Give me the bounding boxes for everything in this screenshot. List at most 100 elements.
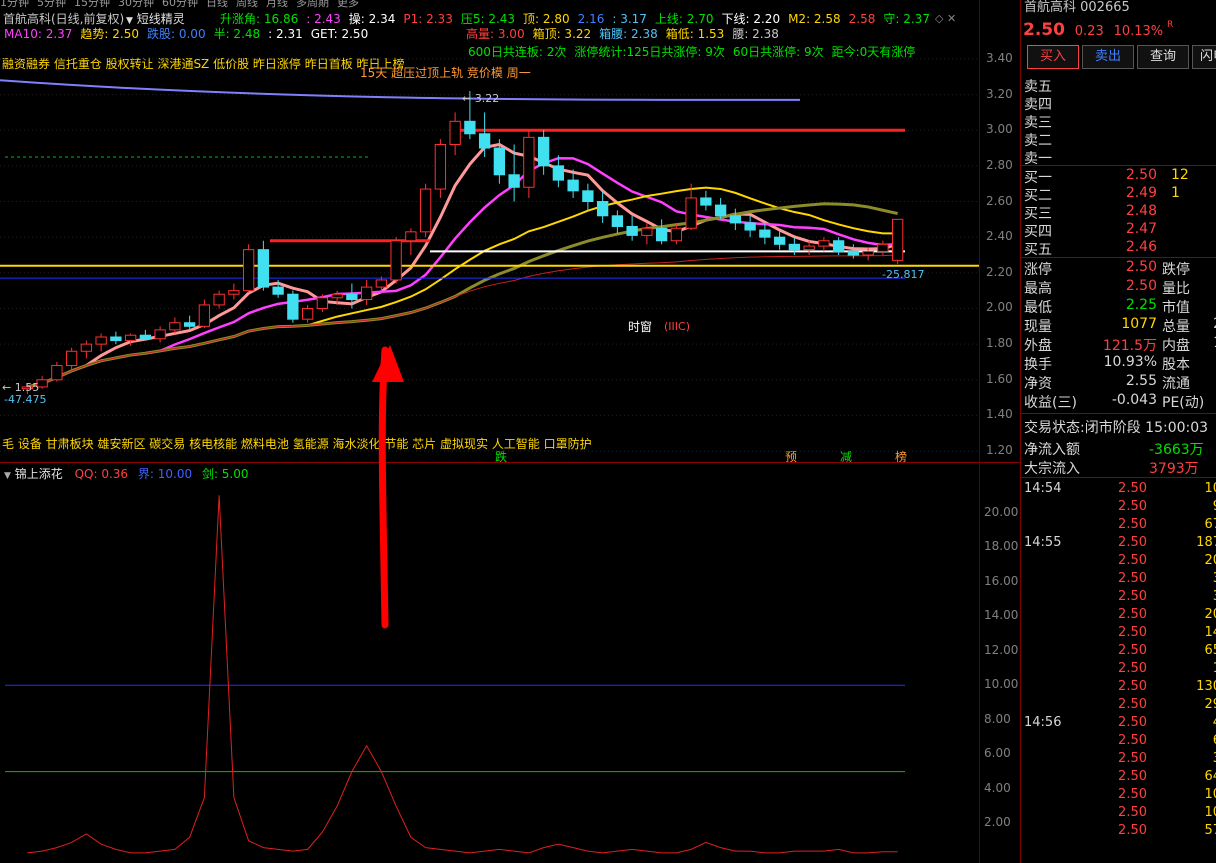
period-tab[interactable]: 日线 bbox=[206, 0, 228, 9]
tick-price: 2.50 bbox=[1118, 517, 1147, 532]
candle-body bbox=[390, 240, 402, 281]
indicator-value: MA10: 2.37 bbox=[4, 27, 73, 41]
period-tab[interactable]: 月线 bbox=[266, 0, 288, 9]
buy-button[interactable]: 买入 bbox=[1027, 45, 1079, 69]
period-tab[interactable]: 60分钟 bbox=[162, 0, 198, 9]
tick-row: 2.50 3 bbox=[1021, 571, 1216, 589]
price-tick: 1.80 bbox=[986, 336, 1013, 351]
tick-qty: 29 bbox=[1204, 697, 1216, 712]
period-tab[interactable]: 15分钟 bbox=[74, 0, 110, 9]
candle-body bbox=[493, 147, 506, 176]
price-chart[interactable] bbox=[0, 50, 980, 460]
tick-row: 2.50 14 bbox=[1021, 625, 1216, 643]
query-button[interactable]: 查询 bbox=[1137, 45, 1189, 69]
tick-qty: 64 bbox=[1204, 769, 1216, 784]
tick-price: 2.50 bbox=[1118, 715, 1147, 730]
stat-label: 现量 bbox=[1024, 319, 1052, 335]
period-tab[interactable]: 30分钟 bbox=[118, 0, 154, 9]
bid-row[interactable]: 买一 2.50 12 bbox=[1021, 167, 1216, 186]
tick-qty: 6 bbox=[1171, 733, 1216, 748]
close-icon[interactable]: ✕ bbox=[947, 12, 956, 25]
stat-row: 换手 10.93% 股本2 bbox=[1021, 354, 1216, 373]
bid-price: 2.49 bbox=[1125, 185, 1157, 201]
panel-divider bbox=[0, 462, 1020, 463]
stat-value: 121.5万 bbox=[1102, 338, 1157, 354]
candle-body bbox=[788, 243, 801, 251]
indicator-value: 升涨角: 16.86 bbox=[220, 12, 299, 26]
period-bar[interactable]: 1分钟 5分钟 15分钟 30分钟 60分钟 日线 周线 月线 多周期 更多 bbox=[0, 0, 367, 9]
stat-label-2: 量比 bbox=[1162, 281, 1190, 297]
stat-label: 最低 bbox=[1024, 300, 1052, 316]
indicator-row-2: MA10: 2.37 趋势: 2.50 跌股: 0.00 半: 2.48: 2.31 G… bbox=[4, 25, 376, 42]
candle-body bbox=[360, 286, 373, 301]
stat-label-2: 跌停 bbox=[1162, 262, 1190, 278]
ask-row[interactable]: 卖三 bbox=[1021, 112, 1216, 131]
candle-body bbox=[183, 322, 196, 327]
indicator-tick: 2.00 bbox=[984, 815, 1011, 830]
tick-qty: 10 bbox=[1204, 787, 1216, 802]
last-price: 2.50 bbox=[1023, 20, 1065, 40]
tick-price: 2.50 bbox=[1118, 823, 1147, 838]
period-tab[interactable]: 更多 bbox=[337, 0, 359, 9]
ask-row[interactable]: 卖二 bbox=[1021, 130, 1216, 149]
candle-body bbox=[729, 215, 742, 224]
tick-row: 2.50 67 bbox=[1021, 517, 1216, 535]
stat-value: 2.55 bbox=[1125, 373, 1157, 389]
tick-qty: 3 bbox=[1171, 589, 1216, 604]
window-controls[interactable]: ◇ ✕ bbox=[935, 12, 956, 25]
tick-price: 2.50 bbox=[1118, 751, 1147, 766]
bid-row[interactable]: 买四 2.47 bbox=[1021, 221, 1216, 240]
tick-row: 2.50 20 bbox=[1021, 607, 1216, 625]
bid-row[interactable]: 买二 2.49 1 bbox=[1021, 185, 1216, 204]
tick-price: 2.50 bbox=[1118, 805, 1147, 820]
bid-label: 买二 bbox=[1024, 188, 1052, 204]
candle-body bbox=[405, 231, 417, 242]
period-tab[interactable]: 多周期 bbox=[296, 0, 329, 9]
period-tab[interactable]: 5分钟 bbox=[37, 0, 66, 9]
candle-body bbox=[582, 190, 594, 203]
tick-qty: 20 bbox=[1204, 553, 1216, 568]
indicator-value: 下线: 2.20 bbox=[721, 12, 781, 26]
period-tab[interactable]: 周线 bbox=[236, 0, 258, 9]
ask-row[interactable]: 卖一 bbox=[1021, 148, 1216, 167]
tick-price: 2.50 bbox=[1118, 607, 1147, 622]
sell-button[interactable]: 卖出 bbox=[1082, 45, 1134, 69]
stat-value: 10.93% bbox=[1103, 354, 1157, 370]
ask-label: 卖五 bbox=[1024, 79, 1052, 95]
bid-row[interactable]: 买五 2.46 bbox=[1021, 239, 1216, 258]
flash-button[interactable]: 闪电 bbox=[1192, 45, 1216, 69]
stat-value-2: 2 bbox=[1191, 354, 1216, 370]
upper-band-line bbox=[0, 79, 801, 101]
diamond-icon[interactable]: ◇ bbox=[935, 12, 943, 25]
stat-value: 2.50 bbox=[1125, 259, 1157, 275]
arrow-icon: ← bbox=[462, 92, 472, 105]
period-tab[interactable]: 1分钟 bbox=[0, 0, 29, 9]
tick-qty: 187 bbox=[1196, 535, 1216, 550]
stat-row: 现量 1077 总量25 bbox=[1021, 316, 1216, 335]
candle-body bbox=[670, 227, 683, 242]
candle-body bbox=[700, 197, 712, 206]
ask-row[interactable]: 卖四 bbox=[1021, 94, 1216, 113]
indicator-value: 操: 2.34 bbox=[348, 12, 396, 26]
indicator-row-3: 高量: 3.00 箱顶: 3.22 箱腰: 2.38 箱低: 1.53 腰: 2.38 bbox=[466, 25, 787, 42]
tick-qty: 9 bbox=[1171, 499, 1216, 514]
candle-body bbox=[744, 222, 756, 231]
indicator-value: 半: 2.48 bbox=[213, 27, 261, 41]
tick-price: 2.50 bbox=[1118, 661, 1147, 676]
tick-qty: 67 bbox=[1204, 517, 1216, 532]
bid-row[interactable]: 买三 2.48 bbox=[1021, 203, 1216, 222]
indicator-chart[interactable] bbox=[0, 478, 980, 863]
indicator-value: GET: 2.50 bbox=[310, 27, 369, 41]
ask-row[interactable]: 卖五 bbox=[1021, 76, 1216, 95]
trade-divider bbox=[1021, 413, 1216, 414]
candle-body bbox=[419, 188, 432, 233]
indicator-tick: 16.00 bbox=[984, 573, 1019, 588]
tick-row: 2.50 57 bbox=[1021, 823, 1216, 841]
book-divider bbox=[1021, 165, 1216, 166]
tick-price: 2.50 bbox=[1118, 481, 1147, 496]
bid-price: 2.46 bbox=[1125, 239, 1157, 255]
candle-body bbox=[611, 215, 624, 227]
tick-price: 2.50 bbox=[1118, 787, 1147, 802]
bid-qty: 12 bbox=[1171, 167, 1189, 183]
tick-divider bbox=[1021, 477, 1216, 478]
